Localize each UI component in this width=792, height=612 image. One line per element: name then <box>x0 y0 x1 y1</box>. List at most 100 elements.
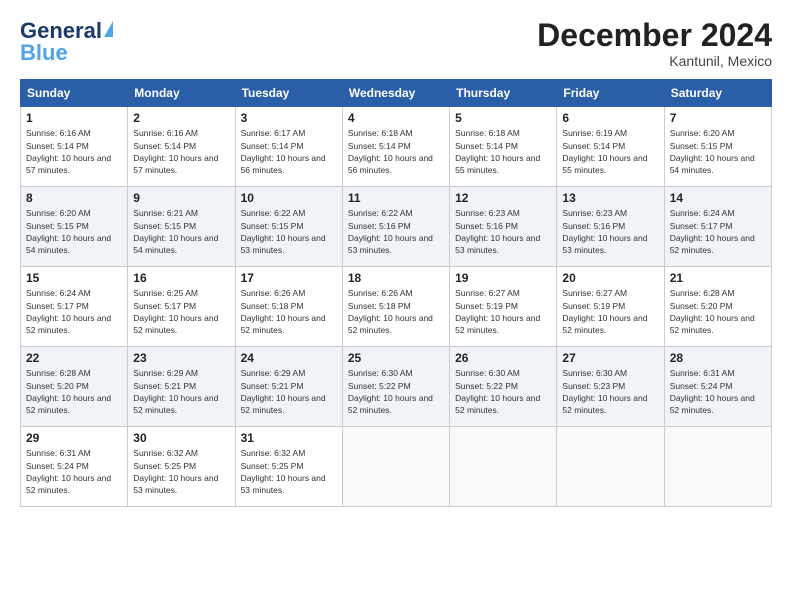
day-cell: 13 Sunrise: 6:23 AMSunset: 5:16 PMDaylig… <box>557 187 664 267</box>
day-cell: 10 Sunrise: 6:22 AMSunset: 5:15 PMDaylig… <box>235 187 342 267</box>
day-cell: 24 Sunrise: 6:29 AMSunset: 5:21 PMDaylig… <box>235 347 342 427</box>
calendar-week-row: 15 Sunrise: 6:24 AMSunset: 5:17 PMDaylig… <box>21 267 772 347</box>
day-info: Sunrise: 6:26 AMSunset: 5:18 PMDaylight:… <box>348 288 433 335</box>
day-cell: 30 Sunrise: 6:32 AMSunset: 5:25 PMDaylig… <box>128 427 235 507</box>
day-info: Sunrise: 6:24 AMSunset: 5:17 PMDaylight:… <box>670 208 755 255</box>
day-number: 30 <box>133 431 229 445</box>
day-info: Sunrise: 6:20 AMSunset: 5:15 PMDaylight:… <box>670 128 755 175</box>
day-number: 14 <box>670 191 766 205</box>
day-number: 25 <box>348 351 444 365</box>
logo-triangle-icon <box>104 21 113 37</box>
header-friday: Friday <box>557 80 664 107</box>
day-number: 27 <box>562 351 658 365</box>
day-cell: 26 Sunrise: 6:30 AMSunset: 5:22 PMDaylig… <box>450 347 557 427</box>
day-number: 5 <box>455 111 551 125</box>
day-info: Sunrise: 6:23 AMSunset: 5:16 PMDaylight:… <box>455 208 540 255</box>
month-title: December 2024 <box>537 18 772 53</box>
day-number: 17 <box>241 271 337 285</box>
day-number: 6 <box>562 111 658 125</box>
day-info: Sunrise: 6:29 AMSunset: 5:21 PMDaylight:… <box>133 368 218 415</box>
logo-blue: Blue <box>20 40 68 66</box>
day-number: 9 <box>133 191 229 205</box>
day-number: 23 <box>133 351 229 365</box>
day-info: Sunrise: 6:30 AMSunset: 5:22 PMDaylight:… <box>455 368 540 415</box>
day-cell: 3 Sunrise: 6:17 AMSunset: 5:14 PMDayligh… <box>235 107 342 187</box>
day-number: 3 <box>241 111 337 125</box>
day-number: 24 <box>241 351 337 365</box>
day-info: Sunrise: 6:31 AMSunset: 5:24 PMDaylight:… <box>26 448 111 495</box>
day-number: 20 <box>562 271 658 285</box>
day-cell: 8 Sunrise: 6:20 AMSunset: 5:15 PMDayligh… <box>21 187 128 267</box>
day-info: Sunrise: 6:30 AMSunset: 5:23 PMDaylight:… <box>562 368 647 415</box>
day-number: 22 <box>26 351 122 365</box>
day-cell: 4 Sunrise: 6:18 AMSunset: 5:14 PMDayligh… <box>342 107 449 187</box>
day-cell: 31 Sunrise: 6:32 AMSunset: 5:25 PMDaylig… <box>235 427 342 507</box>
day-number: 4 <box>348 111 444 125</box>
day-info: Sunrise: 6:23 AMSunset: 5:16 PMDaylight:… <box>562 208 647 255</box>
day-info: Sunrise: 6:24 AMSunset: 5:17 PMDaylight:… <box>26 288 111 335</box>
header-wednesday: Wednesday <box>342 80 449 107</box>
day-number: 28 <box>670 351 766 365</box>
day-info: Sunrise: 6:16 AMSunset: 5:14 PMDaylight:… <box>133 128 218 175</box>
day-info: Sunrise: 6:28 AMSunset: 5:20 PMDaylight:… <box>670 288 755 335</box>
day-cell: 19 Sunrise: 6:27 AMSunset: 5:19 PMDaylig… <box>450 267 557 347</box>
day-number: 13 <box>562 191 658 205</box>
day-number: 31 <box>241 431 337 445</box>
day-cell: 17 Sunrise: 6:26 AMSunset: 5:18 PMDaylig… <box>235 267 342 347</box>
empty-cell <box>342 427 449 507</box>
day-cell: 12 Sunrise: 6:23 AMSunset: 5:16 PMDaylig… <box>450 187 557 267</box>
day-info: Sunrise: 6:22 AMSunset: 5:15 PMDaylight:… <box>241 208 326 255</box>
day-cell: 14 Sunrise: 6:24 AMSunset: 5:17 PMDaylig… <box>664 187 771 267</box>
day-number: 16 <box>133 271 229 285</box>
day-info: Sunrise: 6:27 AMSunset: 5:19 PMDaylight:… <box>455 288 540 335</box>
calendar-week-row: 8 Sunrise: 6:20 AMSunset: 5:15 PMDayligh… <box>21 187 772 267</box>
day-info: Sunrise: 6:17 AMSunset: 5:14 PMDaylight:… <box>241 128 326 175</box>
day-cell: 16 Sunrise: 6:25 AMSunset: 5:17 PMDaylig… <box>128 267 235 347</box>
empty-cell <box>557 427 664 507</box>
empty-cell <box>450 427 557 507</box>
calendar-table: Sunday Monday Tuesday Wednesday Thursday… <box>20 79 772 507</box>
header: General Blue December 2024 Kantunil, Mex… <box>20 18 772 69</box>
day-cell: 28 Sunrise: 6:31 AMSunset: 5:24 PMDaylig… <box>664 347 771 427</box>
header-thursday: Thursday <box>450 80 557 107</box>
day-cell: 18 Sunrise: 6:26 AMSunset: 5:18 PMDaylig… <box>342 267 449 347</box>
day-info: Sunrise: 6:20 AMSunset: 5:15 PMDaylight:… <box>26 208 111 255</box>
day-number: 7 <box>670 111 766 125</box>
day-cell: 25 Sunrise: 6:30 AMSunset: 5:22 PMDaylig… <box>342 347 449 427</box>
day-number: 2 <box>133 111 229 125</box>
day-info: Sunrise: 6:32 AMSunset: 5:25 PMDaylight:… <box>241 448 326 495</box>
day-number: 29 <box>26 431 122 445</box>
day-cell: 21 Sunrise: 6:28 AMSunset: 5:20 PMDaylig… <box>664 267 771 347</box>
day-info: Sunrise: 6:31 AMSunset: 5:24 PMDaylight:… <box>670 368 755 415</box>
day-cell: 23 Sunrise: 6:29 AMSunset: 5:21 PMDaylig… <box>128 347 235 427</box>
day-info: Sunrise: 6:30 AMSunset: 5:22 PMDaylight:… <box>348 368 433 415</box>
calendar-header-row: Sunday Monday Tuesday Wednesday Thursday… <box>21 80 772 107</box>
day-cell: 20 Sunrise: 6:27 AMSunset: 5:19 PMDaylig… <box>557 267 664 347</box>
day-info: Sunrise: 6:18 AMSunset: 5:14 PMDaylight:… <box>455 128 540 175</box>
day-info: Sunrise: 6:29 AMSunset: 5:21 PMDaylight:… <box>241 368 326 415</box>
day-cell: 27 Sunrise: 6:30 AMSunset: 5:23 PMDaylig… <box>557 347 664 427</box>
title-block: December 2024 Kantunil, Mexico <box>537 18 772 69</box>
day-info: Sunrise: 6:25 AMSunset: 5:17 PMDaylight:… <box>133 288 218 335</box>
day-cell: 22 Sunrise: 6:28 AMSunset: 5:20 PMDaylig… <box>21 347 128 427</box>
day-number: 26 <box>455 351 551 365</box>
page: General Blue December 2024 Kantunil, Mex… <box>0 0 792 612</box>
day-info: Sunrise: 6:16 AMSunset: 5:14 PMDaylight:… <box>26 128 111 175</box>
day-cell: 6 Sunrise: 6:19 AMSunset: 5:14 PMDayligh… <box>557 107 664 187</box>
header-tuesday: Tuesday <box>235 80 342 107</box>
day-info: Sunrise: 6:22 AMSunset: 5:16 PMDaylight:… <box>348 208 433 255</box>
day-cell: 15 Sunrise: 6:24 AMSunset: 5:17 PMDaylig… <box>21 267 128 347</box>
day-info: Sunrise: 6:21 AMSunset: 5:15 PMDaylight:… <box>133 208 218 255</box>
day-number: 1 <box>26 111 122 125</box>
day-cell: 29 Sunrise: 6:31 AMSunset: 5:24 PMDaylig… <box>21 427 128 507</box>
day-cell: 5 Sunrise: 6:18 AMSunset: 5:14 PMDayligh… <box>450 107 557 187</box>
day-number: 18 <box>348 271 444 285</box>
day-number: 19 <box>455 271 551 285</box>
day-cell: 9 Sunrise: 6:21 AMSunset: 5:15 PMDayligh… <box>128 187 235 267</box>
empty-cell <box>664 427 771 507</box>
day-number: 11 <box>348 191 444 205</box>
day-info: Sunrise: 6:32 AMSunset: 5:25 PMDaylight:… <box>133 448 218 495</box>
day-cell: 7 Sunrise: 6:20 AMSunset: 5:15 PMDayligh… <box>664 107 771 187</box>
day-cell: 1 Sunrise: 6:16 AMSunset: 5:14 PMDayligh… <box>21 107 128 187</box>
day-number: 15 <box>26 271 122 285</box>
